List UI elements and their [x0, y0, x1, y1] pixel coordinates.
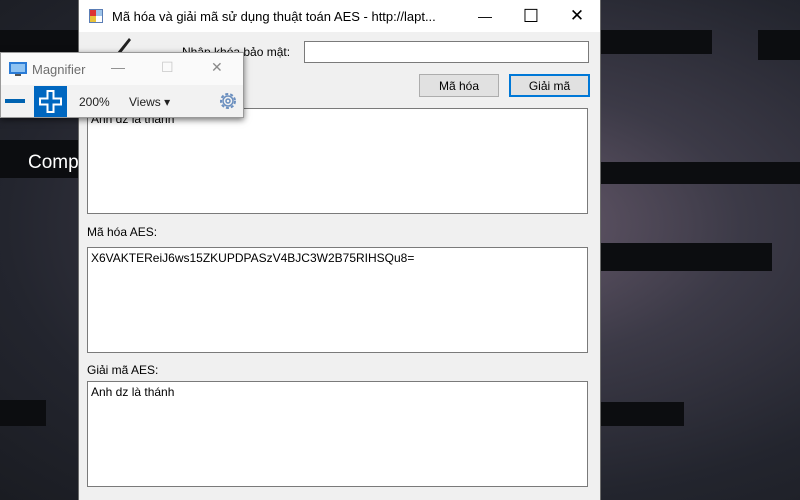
magnifier-title: Magnifier — [32, 62, 86, 77]
decrypted-output[interactable]: Anh dz là thánh — [87, 381, 588, 487]
maximize-button[interactable]: ☐ — [508, 0, 554, 32]
app-icon — [89, 9, 103, 23]
magnifier-title-bar[interactable]: Magnifier — ☐ ✕ — [1, 53, 243, 85]
magnifier-maximize-button[interactable]: ☐ — [161, 59, 174, 76]
zoom-in-icon — [39, 90, 62, 113]
close-button[interactable]: ✕ — [554, 0, 600, 32]
magnifier-app-icon — [9, 62, 27, 76]
minimize-button[interactable]: — — [462, 0, 508, 32]
desktop-bar — [600, 243, 772, 271]
decrypted-label: Giải mã AES: — [87, 363, 159, 377]
desktop-bar — [600, 30, 712, 54]
plaintext-input[interactable]: Anh dz là thánh — [87, 108, 588, 214]
settings-gear-icon[interactable] — [217, 90, 239, 112]
desktop-bar — [758, 30, 800, 60]
magnifier-close-button[interactable]: ✕ — [211, 59, 223, 76]
desktop-bar — [600, 162, 800, 184]
title-bar[interactable]: Mã hóa và giải mã sử dụng thuật toán AES… — [79, 0, 600, 32]
desktop-icon-label[interactable]: Comp — [28, 152, 79, 174]
zoom-in-button[interactable] — [34, 86, 67, 117]
zoom-level: 200% — [79, 95, 110, 109]
magnifier-minimize-button[interactable]: — — [111, 59, 125, 75]
desktop-bar — [600, 402, 684, 426]
magnifier-window: Magnifier — ☐ ✕ 200% Views ▾ — [0, 52, 244, 118]
zoom-out-icon[interactable] — [5, 99, 25, 103]
encrypt-button[interactable]: Mã hóa — [419, 74, 499, 97]
decrypt-button[interactable]: Giải mã — [509, 74, 590, 97]
key-input[interactable] — [304, 41, 589, 63]
views-dropdown[interactable]: Views ▾ — [129, 95, 170, 109]
desktop-bar — [0, 400, 46, 426]
encrypted-output[interactable]: X6VAKTEReiJ6ws15ZKUPDPASzV4BJC3W2B75RIHS… — [87, 247, 588, 353]
encrypted-label: Mã hóa AES: — [87, 225, 158, 239]
window-title: Mã hóa và giải mã sử dụng thuật toán AES… — [112, 9, 436, 24]
magnifier-toolbar: 200% Views ▾ — [1, 85, 243, 117]
